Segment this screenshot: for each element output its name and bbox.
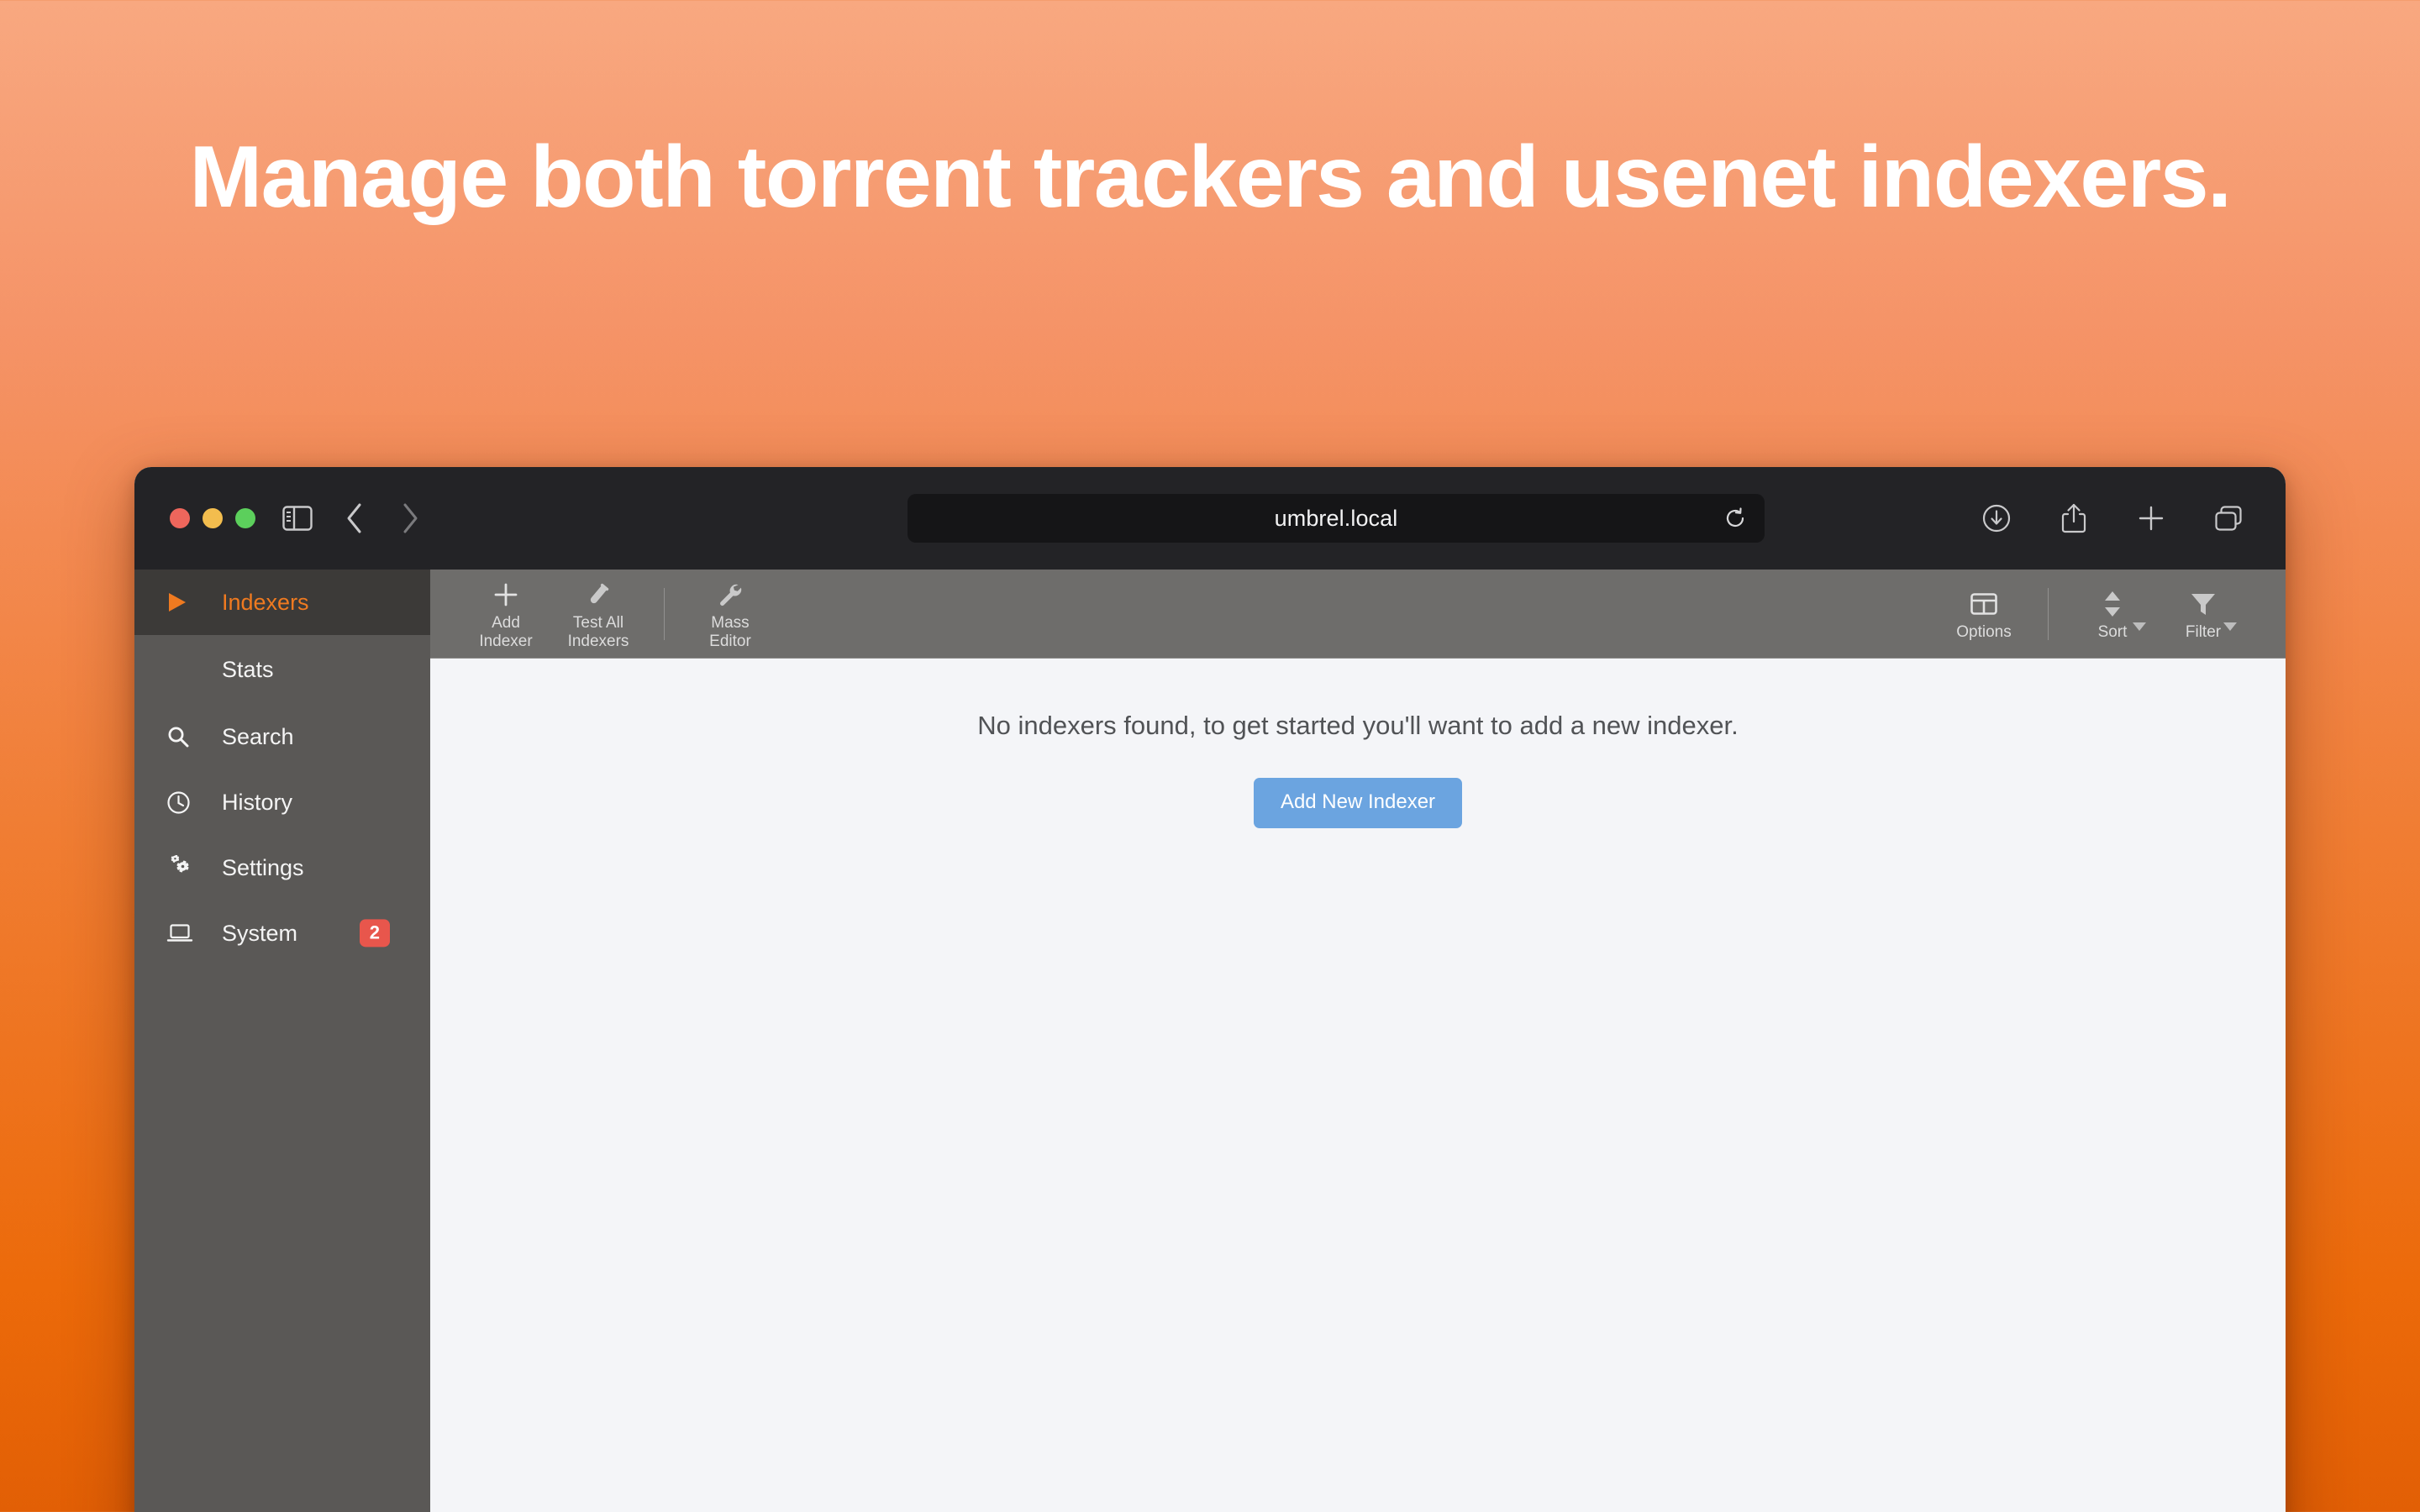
zoom-button[interactable] — [235, 508, 255, 528]
wrench-icon — [717, 580, 744, 610]
status-badge: 2 — [359, 919, 390, 948]
stats-spacer — [166, 657, 200, 682]
clock-icon — [166, 790, 200, 815]
sort-arrows-icon — [2102, 589, 2123, 619]
sidebar-item-label: Stats — [222, 656, 274, 682]
toolbar-divider — [664, 587, 665, 640]
sidebar-item-search[interactable]: Search — [134, 704, 430, 769]
options-label: Options — [1956, 622, 2012, 641]
plus-icon — [492, 580, 519, 610]
sidebar-item-label: Indexers — [222, 589, 309, 615]
laptop-icon — [166, 921, 200, 946]
test-all-indexers-label: Test All Indexers — [567, 613, 629, 650]
mass-editor-button[interactable]: Mass Editor — [685, 576, 776, 652]
close-button[interactable] — [170, 508, 190, 528]
table-icon — [1970, 589, 1997, 619]
share-icon[interactable] — [2057, 501, 2091, 535]
search-icon — [166, 724, 200, 749]
sidebar-item-system[interactable]: System 2 — [134, 900, 430, 966]
filter-label: Filter — [2185, 622, 2222, 641]
gears-icon — [166, 855, 200, 880]
empty-state-message: No indexers found, to get started you'll… — [977, 711, 1739, 740]
sidebar-item-label: Settings — [222, 854, 304, 880]
app-sidebar: Indexers Stats Search History Settings S… — [134, 570, 430, 1512]
add-indexer-button[interactable]: Add Indexer — [460, 576, 551, 652]
funnel-icon — [2190, 589, 2217, 619]
page-headline: Manage both torrent trackers and usenet … — [189, 129, 2232, 226]
options-button[interactable]: Options — [1939, 585, 2029, 642]
new-tab-icon[interactable] — [2134, 501, 2168, 535]
sort-label: Sort — [2097, 622, 2128, 641]
test-all-indexers-button[interactable]: Test All Indexers — [553, 576, 644, 652]
reload-icon[interactable] — [1721, 504, 1749, 533]
sidebar-item-label: History — [222, 789, 293, 815]
sidebar-toggle-icon[interactable] — [279, 501, 316, 535]
browser-actions — [1980, 501, 2245, 535]
back-button[interactable] — [336, 500, 373, 537]
toolbar-right-group: Options Sort Filter — [1939, 570, 2249, 658]
app-body: Indexers Stats Search History Settings S… — [134, 570, 2286, 1512]
toolbar-divider-right — [2048, 587, 2049, 640]
tab-overview-icon[interactable] — [2212, 501, 2245, 535]
forward-button[interactable] — [392, 500, 429, 537]
address-text: umbrel.local — [1274, 505, 1398, 531]
sort-button[interactable]: Sort — [2067, 585, 2158, 642]
caret-down-icon — [2133, 617, 2146, 636]
sidebar-item-settings[interactable]: Settings — [134, 835, 430, 900]
add-indexer-label: Add Indexer — [479, 613, 533, 650]
app-toolbar: Add Indexer Test All Indexers Mass Edito… — [430, 570, 2286, 659]
filter-button[interactable]: Filter — [2158, 585, 2249, 642]
test-tube-icon — [585, 580, 612, 610]
mass-editor-label: Mass Editor — [709, 613, 751, 650]
content-column: Add Indexer Test All Indexers Mass Edito… — [430, 570, 2286, 1512]
sidebar-item-history[interactable]: History — [134, 769, 430, 835]
minimize-button[interactable] — [203, 508, 223, 528]
downloads-icon[interactable] — [1980, 501, 2013, 535]
window-controls — [170, 508, 255, 528]
browser-toolbar: umbrel.local — [134, 467, 2286, 570]
address-bar[interactable]: umbrel.local — [908, 494, 1765, 543]
content-area: No indexers found, to get started you'll… — [430, 659, 2286, 1512]
sidebar-item-indexers[interactable]: Indexers — [134, 570, 430, 635]
browser-window: umbrel.local Indexers Stats Search Histo… — [134, 467, 2286, 1512]
sidebar-item-stats[interactable]: Stats — [134, 635, 430, 704]
sidebar-item-label: Search — [222, 723, 294, 749]
sidebar-item-label: System — [222, 920, 298, 946]
play-triangle-icon — [166, 590, 200, 615]
add-new-indexer-button[interactable]: Add New Indexer — [1253, 778, 1463, 828]
toolbar-left-group: Add Indexer Test All Indexers Mass Edito… — [460, 576, 776, 652]
caret-down-icon — [2223, 617, 2237, 636]
